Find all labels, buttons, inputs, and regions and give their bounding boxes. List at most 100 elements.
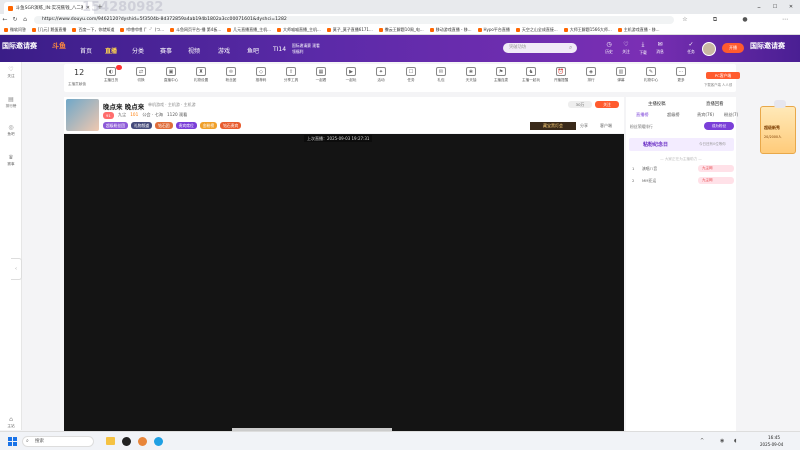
toolbar-tool[interactable]: ⏰ 开播提醒 (550, 67, 572, 83)
room-tag[interactable]: 礼物频道 (130, 122, 153, 129)
bookmark-item[interactable]: 微软问答 (4, 27, 26, 33)
bookmark-item[interactable]: 几元直播直播_主机... (227, 27, 271, 33)
toolbar-tool[interactable]: ♔ 粉丝团 (220, 67, 242, 83)
toolbar-tool[interactable]: ◇ 推荐码 (250, 67, 272, 83)
nav-item[interactable]: 视频 (188, 46, 200, 55)
host-name[interactable]: 九尘 (118, 112, 126, 119)
app-icon[interactable] (138, 437, 147, 446)
edge-icon[interactable] (154, 437, 163, 446)
search-input[interactable]: 突破功坊 (503, 43, 577, 53)
url-input[interactable]: https://www.douyu.com/9462120?dyshid=5f3… (34, 15, 674, 24)
client-download-link[interactable]: 客户端 (600, 123, 612, 129)
toolbar-tool[interactable]: ☐ 任务 (400, 67, 422, 83)
bookmark-item[interactable]: 撒云王解题10周_电... (378, 27, 424, 33)
toolbar-tool[interactable]: ♜ 礼物设置 (190, 67, 212, 83)
rising-star-widget[interactable]: 超级新秀 20/2000人 (760, 106, 796, 154)
room-tag[interactable]: 金粉榜 (199, 122, 218, 129)
network-icon[interactable]: ◉ (720, 438, 724, 444)
user-avatar[interactable] (702, 42, 716, 56)
search-icon[interactable]: ⌕ (569, 44, 572, 52)
back-icon[interactable]: ← (0, 15, 10, 25)
nav-item[interactable]: 首页 (80, 46, 92, 55)
nav-item[interactable]: TI14 (273, 46, 286, 53)
event-logo-right[interactable]: 国际邀请赛 (750, 41, 785, 51)
browser-tab[interactable]: 斗鱼SGR演练_IN:实况蕉钱_八二赛 ✕ (4, 2, 94, 14)
header-follow-button[interactable]: ♡ 关注 (617, 41, 635, 55)
room-tag[interactable]: 钻石团 (155, 122, 173, 129)
room-tag[interactable]: 贵宾席位 (175, 122, 197, 129)
bookmark-item[interactable]: 天空之山全成直接... (515, 27, 558, 33)
bookmark-item[interactable]: 莫子_莫子直播6171... (326, 27, 373, 33)
right-subtab[interactable]: 粉丝(7) (724, 112, 738, 118)
file-explorer-icon[interactable] (106, 437, 115, 445)
start-live-button[interactable]: 开播 (722, 43, 744, 53)
bookmark-item[interactable]: [几元] 鹅蛋直播 (32, 27, 66, 33)
bookmark-item[interactable]: 斗鱼网页平台-播 第4板... (170, 27, 221, 33)
extensions-icon[interactable]: ⧉ (710, 15, 720, 25)
toolbar-tool[interactable]: ❀ 天天抽 (460, 67, 482, 83)
anniv-row-name[interactable]: MM亚运 (642, 178, 656, 184)
header-task-button[interactable]: ✓ 任务 (682, 41, 700, 55)
volume-icon[interactable]: ◖ (734, 438, 737, 444)
right-subtab[interactable]: 直播榜 (636, 112, 649, 118)
anniv-row-name[interactable]: 演唱八音 (642, 166, 657, 172)
sidebar-item[interactable]: ⌂ 主站 (0, 416, 22, 429)
toolbar-tool[interactable]: ♞ 主播一起玩 (520, 67, 542, 83)
room-category[interactable]: 单机游戏 · 主机游 · 主机游 (148, 102, 196, 108)
sidebar-item[interactable]: ◎ 鱼吧 (0, 124, 22, 137)
nav-item[interactable]: 分类 (132, 46, 144, 55)
refresh-icon[interactable]: ↻ (10, 15, 20, 25)
tab-host-posts[interactable]: 主播投稿 (648, 101, 666, 107)
nav-item[interactable]: 游戏 (218, 46, 230, 55)
bookmark-item[interactable]: 移动游戏直播 - 移... (429, 27, 472, 33)
toolbar-tool[interactable]: ▦ 一起看 (310, 67, 332, 83)
nav-item[interactable]: 直播 (105, 46, 117, 55)
bookmark-item[interactable]: 哔哩哔哩 (゜-゜)つ... (120, 27, 164, 33)
right-subtab[interactable]: 贵宾(76) (697, 112, 714, 118)
close-window-icon[interactable]: ✕ (784, 2, 798, 12)
bookmark-item[interactable]: 百度一下，你就知道 (72, 27, 114, 33)
bookmark-item[interactable]: Hypo平台直播 (477, 27, 510, 33)
clock-time[interactable]: 16:45 (768, 435, 780, 440)
clock-date[interactable]: 2025-09-04 (760, 442, 783, 447)
toolbar-tool[interactable]: ✉ 礼包 (430, 67, 452, 83)
star-icon[interactable]: ☆ (680, 15, 690, 25)
tab-replay[interactable]: 直播回看 (706, 101, 724, 107)
douyu-logo[interactable]: 斗鱼 (52, 41, 66, 51)
profile-icon[interactable]: ● (740, 15, 750, 25)
tray-chevron-icon[interactable]: ^ (700, 438, 704, 444)
float-toggle-icon[interactable] (774, 100, 786, 108)
share-button[interactable]: 分享 (580, 123, 588, 129)
toolbar-tool[interactable]: ⚑ 主播连麦 (490, 67, 512, 83)
sidebar-item[interactable]: ♡ 关注 (0, 66, 22, 79)
become-fan-button[interactable]: 成为粉丝 (704, 122, 734, 130)
room-tag[interactable]: 超级粉丝团 (103, 122, 128, 129)
toolbar-tool[interactable]: ◈ 排行 (580, 67, 602, 83)
header-download-button[interactable]: ⤓ 下载 (634, 41, 652, 56)
host-avatar[interactable] (66, 99, 99, 131)
room-tag[interactable]: 钻石贵宾 (220, 122, 242, 129)
toolbar-tool[interactable]: ▶ 一起玩 (340, 67, 362, 83)
menu-icon[interactable]: ⋯ (780, 15, 790, 25)
bookmark-item[interactable]: 主机游戏直播 - 移... (617, 27, 660, 33)
toolbar-tool[interactable]: ▣ 直播中心 (160, 67, 182, 83)
toolbar-tool[interactable]: ✦ 活动 (370, 67, 392, 83)
promo-text[interactable]: 国际邀请赛 观看领福利 (292, 43, 322, 55)
bookmark-item[interactable]: 大师王解题1566大师... (563, 27, 612, 33)
header-message-button[interactable]: ✉ 消息 (651, 41, 669, 55)
toolbar-tool[interactable]: ⇄ 切换 (130, 67, 152, 83)
sidebar-collapse-icon[interactable]: ‹ (11, 258, 22, 280)
bookmark-item[interactable]: 大师喵喵直播_主机... (276, 27, 321, 33)
toolbar-tool[interactable]: ▥ 弹幕 (610, 67, 632, 83)
nav-item[interactable]: 鱼吧 (247, 46, 259, 55)
obs-icon[interactable] (122, 437, 131, 446)
minimize-icon[interactable]: – (752, 2, 766, 12)
pc-client-button[interactable]: PC客户端 (706, 72, 740, 79)
right-subtab[interactable]: 超级榜 (667, 112, 680, 118)
follow-button[interactable]: 关注 (595, 101, 619, 108)
home-icon[interactable]: ⌂ (20, 15, 30, 25)
taskbar-search[interactable]: 搜索 (22, 436, 94, 447)
sidebar-item[interactable]: ♛ 赛事 (0, 154, 22, 167)
toolbar-tool[interactable]: ⇪ 分享工具 (280, 67, 302, 83)
sidebar-item[interactable]: ▤ 排行榜 (0, 96, 22, 109)
